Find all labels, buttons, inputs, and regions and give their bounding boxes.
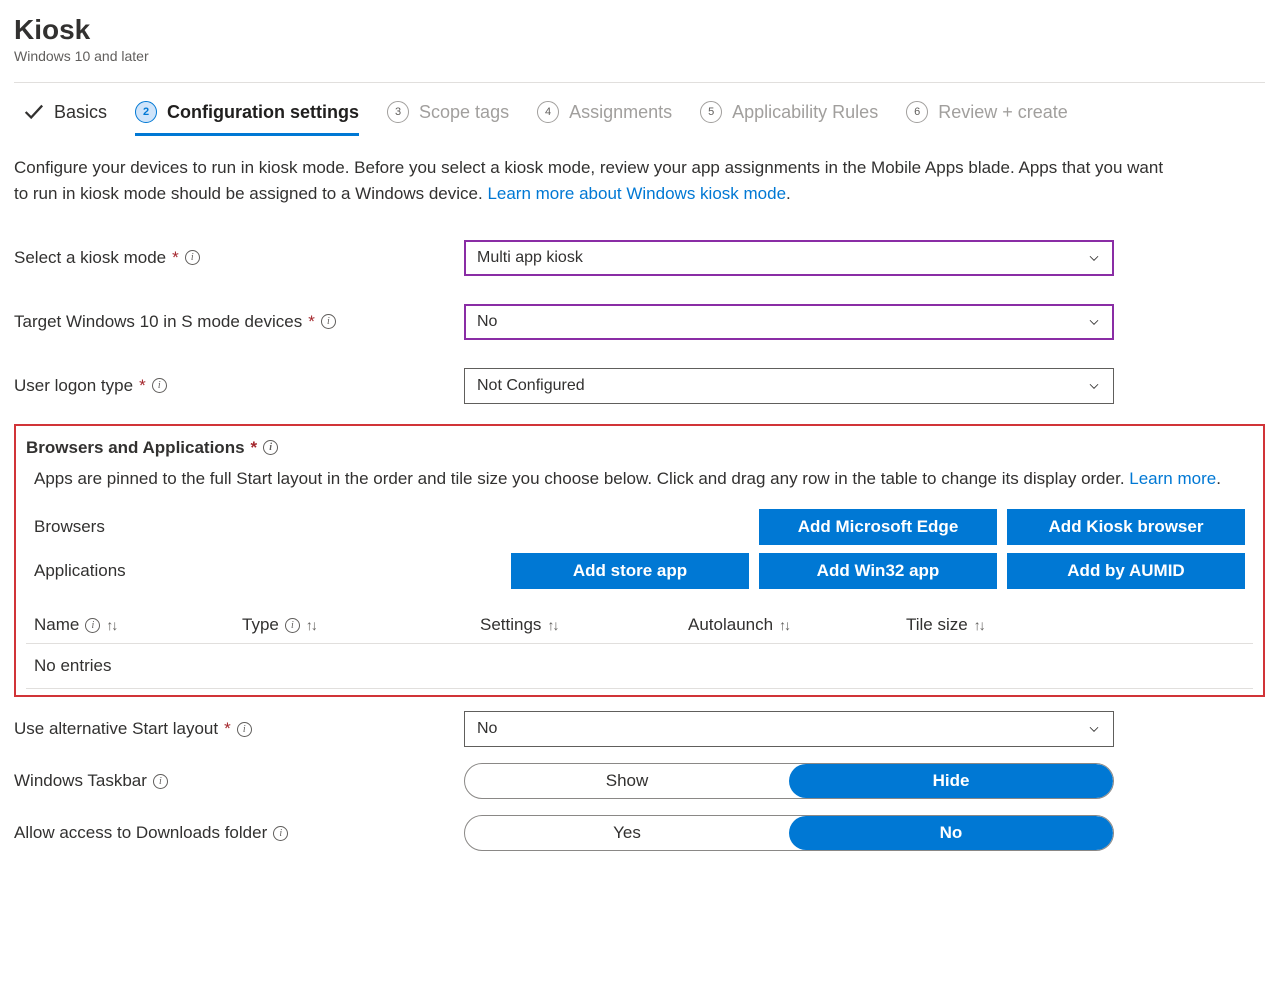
info-icon[interactable]: i — [152, 378, 167, 393]
tab-applicability-rules[interactable]: 5 Applicability Rules — [700, 101, 878, 136]
sort-icon: ↑↓ — [106, 617, 116, 633]
page-subtitle: Windows 10 and later — [14, 48, 1265, 64]
alt-layout-select[interactable]: No — [464, 711, 1114, 747]
tab-label: Scope tags — [419, 102, 509, 123]
wizard-tabs: Basics 2 Configuration settings 3 Scope … — [14, 83, 1265, 137]
alt-layout-label: Use alternative Start layout * i — [14, 719, 464, 739]
step-number-icon: 3 — [387, 101, 409, 123]
step-number-icon: 2 — [135, 101, 157, 123]
downloads-toggle[interactable]: Yes No — [464, 815, 1114, 851]
applications-label: Applications — [34, 561, 374, 581]
col-name[interactable]: Namei↑↓ — [34, 615, 234, 635]
sort-icon: ↑↓ — [779, 617, 789, 633]
required-indicator: * — [139, 376, 146, 396]
checkmark-icon — [22, 101, 44, 123]
tab-scope-tags[interactable]: 3 Scope tags — [387, 101, 509, 136]
required-indicator: * — [172, 248, 179, 268]
apps-table: Namei↑↓ Typei↑↓ Settings↑↓ Autolaunch↑↓ … — [26, 607, 1253, 689]
required-indicator: * — [224, 719, 231, 739]
info-icon[interactable]: i — [263, 440, 278, 455]
tab-label: Configuration settings — [167, 102, 359, 123]
info-icon[interactable]: i — [85, 618, 100, 633]
downloads-no-option[interactable]: No — [789, 816, 1113, 850]
tab-label: Assignments — [569, 102, 672, 123]
learn-more-link[interactable]: Learn more about Windows kiosk mode — [487, 184, 786, 203]
section-description: Apps are pinned to the full Start layout… — [34, 466, 1245, 492]
chevron-down-icon — [1087, 379, 1101, 393]
taskbar-hide-option[interactable]: Hide — [789, 764, 1113, 798]
select-value: Multi app kiosk — [477, 249, 583, 267]
logon-type-label: User logon type * i — [14, 376, 464, 396]
downloads-label: Allow access to Downloads folder i — [14, 823, 464, 843]
info-icon[interactable]: i — [321, 314, 336, 329]
step-number-icon: 4 — [537, 101, 559, 123]
col-tile-size[interactable]: Tile size↑↓ — [906, 615, 1076, 635]
sort-icon: ↑↓ — [974, 617, 984, 633]
info-icon[interactable]: i — [237, 722, 252, 737]
select-value: No — [477, 720, 497, 738]
s-mode-select[interactable]: No — [464, 304, 1114, 340]
browsers-label: Browsers — [34, 517, 374, 537]
taskbar-show-option[interactable]: Show — [465, 764, 789, 798]
kiosk-mode-select[interactable]: Multi app kiosk — [464, 240, 1114, 276]
info-icon[interactable]: i — [273, 826, 288, 841]
tab-label: Review + create — [938, 102, 1068, 123]
chevron-down-icon — [1087, 251, 1101, 265]
table-empty-row: No entries — [26, 644, 1253, 689]
col-settings[interactable]: Settings↑↓ — [480, 615, 680, 635]
info-icon[interactable]: i — [153, 774, 168, 789]
page-title: Kiosk — [14, 14, 1265, 46]
step-number-icon: 5 — [700, 101, 722, 123]
col-autolaunch[interactable]: Autolaunch↑↓ — [688, 615, 898, 635]
logon-type-select[interactable]: Not Configured — [464, 368, 1114, 404]
required-indicator: * — [308, 312, 315, 332]
sort-icon: ↑↓ — [547, 617, 557, 633]
tab-basics[interactable]: Basics — [22, 101, 107, 136]
downloads-yes-option[interactable]: Yes — [465, 816, 789, 850]
add-microsoft-edge-button[interactable]: Add Microsoft Edge — [759, 509, 997, 545]
col-type[interactable]: Typei↑↓ — [242, 615, 472, 635]
add-kiosk-browser-button[interactable]: Add Kiosk browser — [1007, 509, 1245, 545]
tab-review-create[interactable]: 6 Review + create — [906, 101, 1068, 136]
taskbar-toggle[interactable]: Show Hide — [464, 763, 1114, 799]
learn-more-link[interactable]: Learn more — [1129, 469, 1216, 488]
kiosk-mode-label: Select a kiosk mode * i — [14, 248, 464, 268]
chevron-down-icon — [1087, 722, 1101, 736]
table-header: Namei↑↓ Typei↑↓ Settings↑↓ Autolaunch↑↓ … — [26, 607, 1253, 644]
tab-label: Basics — [54, 102, 107, 123]
info-icon[interactable]: i — [285, 618, 300, 633]
chevron-down-icon — [1087, 315, 1101, 329]
step-number-icon: 6 — [906, 101, 928, 123]
tab-assignments[interactable]: 4 Assignments — [537, 101, 672, 136]
section-title: Browsers and Applications * i — [26, 438, 1253, 458]
taskbar-label: Windows Taskbar i — [14, 771, 464, 791]
tab-configuration-settings[interactable]: 2 Configuration settings — [135, 101, 359, 136]
browsers-apps-section: Browsers and Applications * i Apps are p… — [14, 424, 1265, 698]
select-value: No — [477, 313, 497, 331]
tab-label: Applicability Rules — [732, 102, 878, 123]
add-by-aumid-button[interactable]: Add by AUMID — [1007, 553, 1245, 589]
sort-icon: ↑↓ — [306, 617, 316, 633]
select-value: Not Configured — [477, 377, 585, 395]
add-store-app-button[interactable]: Add store app — [511, 553, 749, 589]
s-mode-label: Target Windows 10 in S mode devices * i — [14, 312, 464, 332]
required-indicator: * — [251, 438, 258, 458]
add-win32-app-button[interactable]: Add Win32 app — [759, 553, 997, 589]
info-icon[interactable]: i — [185, 250, 200, 265]
intro-text: Configure your devices to run in kiosk m… — [14, 155, 1174, 208]
